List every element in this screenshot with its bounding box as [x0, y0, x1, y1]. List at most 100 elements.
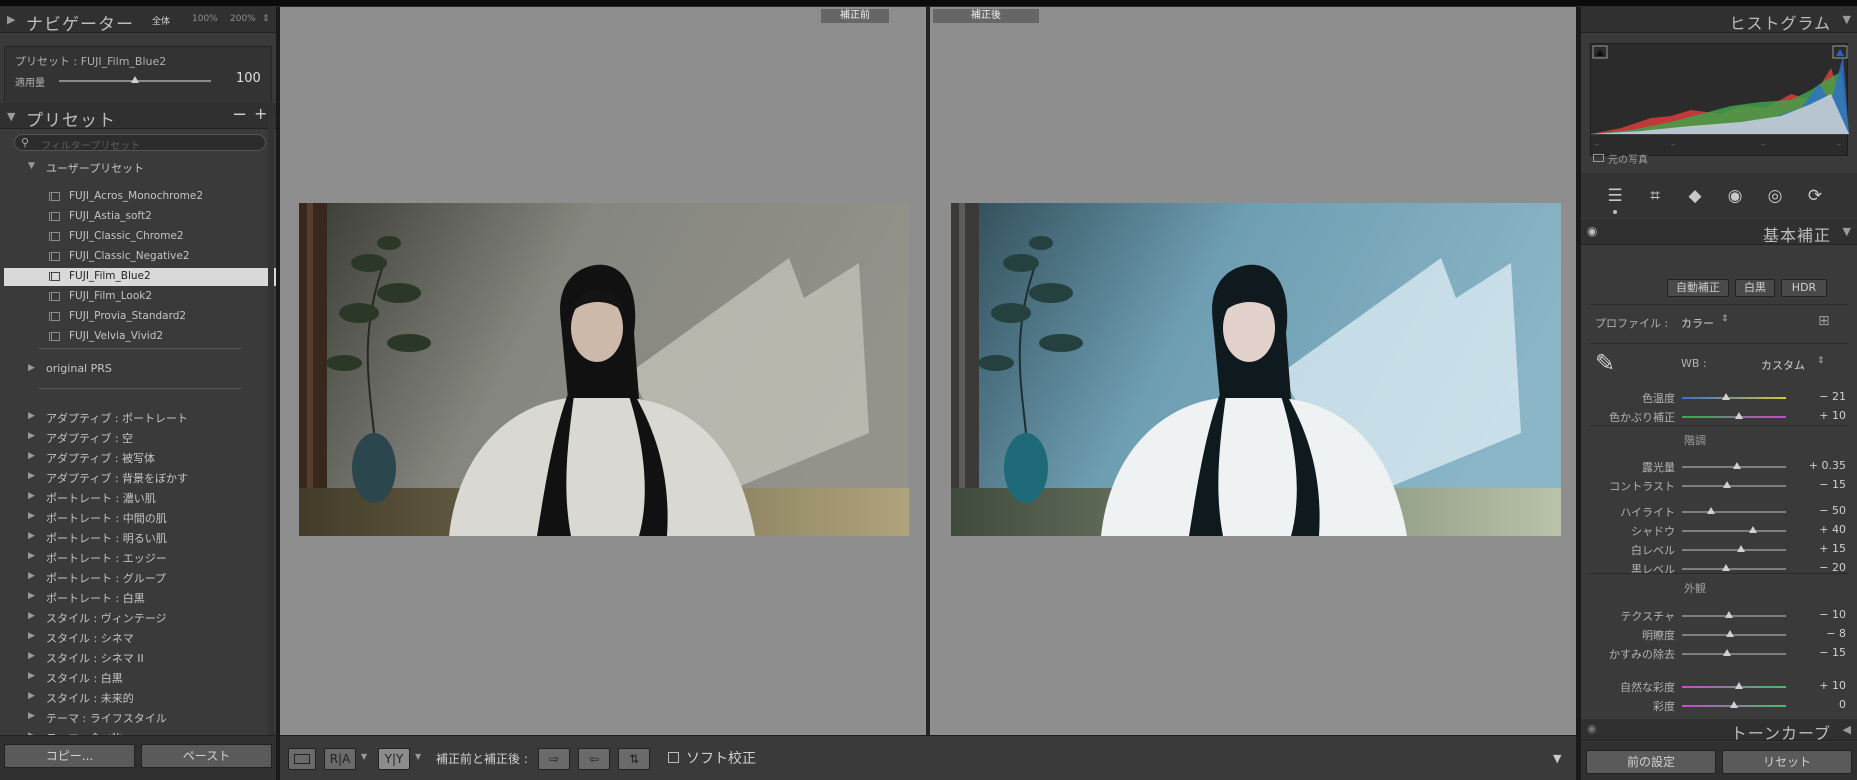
- slider-track[interactable]: [1682, 653, 1786, 655]
- toolbar-menu-icon[interactable]: ▼: [1553, 752, 1561, 765]
- slider-value[interactable]: − 21: [1806, 390, 1846, 403]
- zoom-100[interactable]: 100%: [192, 14, 218, 24]
- histogram-header[interactable]: ヒストグラム ▼: [1581, 7, 1857, 33]
- preset-group-item[interactable]: ▶ ポートレート : 中間の肌: [4, 508, 276, 526]
- preset-group-item[interactable]: ▶ スタイル : 白黒: [4, 668, 276, 686]
- dropdown-icon[interactable]: ▼: [415, 752, 421, 761]
- preset-group-item[interactable]: ▶ ポートレート : 白黒: [4, 588, 276, 606]
- slider-handle[interactable]: [1724, 611, 1733, 618]
- preset-search-input[interactable]: ⚲ フィルタープリセット: [14, 134, 266, 152]
- user-preset-item[interactable]: FUJI_Provia_Standard2: [4, 308, 276, 326]
- red-eye-icon[interactable]: ◉: [1724, 185, 1746, 207]
- reset-button[interactable]: リセット: [1722, 750, 1852, 774]
- slider-handle[interactable]: [1722, 649, 1731, 656]
- slider-handle[interactable]: [1725, 630, 1734, 637]
- wb-eyedropper-icon[interactable]: ✎: [1595, 349, 1615, 377]
- slider-handle[interactable]: [1730, 701, 1738, 708]
- slider-track[interactable]: [1682, 530, 1786, 532]
- preset-group-item[interactable]: ▶ アダプティブ : 空: [4, 428, 276, 446]
- slider-track[interactable]: [1682, 485, 1786, 487]
- profile-browser-icon[interactable]: ⊞: [1818, 313, 1830, 329]
- swap-button[interactable]: ⇅: [618, 748, 650, 770]
- auto-button[interactable]: 自動補正: [1667, 279, 1729, 297]
- slider-track[interactable]: [1682, 615, 1786, 617]
- slider-value[interactable]: − 15: [1806, 646, 1846, 659]
- masking-icon[interactable]: ◎: [1764, 185, 1786, 207]
- bw-button[interactable]: 白黒: [1735, 279, 1775, 297]
- preset-group-item[interactable]: ▶ ポートレート : 明るい肌: [4, 528, 276, 546]
- tone-curve-header[interactable]: ◉ トーンカーブ ◀: [1581, 719, 1857, 743]
- soft-proof-checkbox[interactable]: [668, 752, 679, 763]
- preset-group-item[interactable]: ▶ アダプティブ : ポートレート: [4, 408, 276, 426]
- profile-select[interactable]: カラー: [1681, 315, 1714, 331]
- hdr-button[interactable]: HDR: [1781, 279, 1827, 297]
- zoom-200[interactable]: 200%: [230, 14, 256, 24]
- slider-track[interactable]: [1682, 549, 1786, 551]
- user-preset-item[interactable]: FUJI_Astia_soft2: [4, 208, 276, 226]
- slider-value[interactable]: + 15: [1806, 542, 1846, 555]
- after-photo[interactable]: [951, 203, 1561, 536]
- slider-value[interactable]: − 10: [1806, 608, 1846, 621]
- rotate-reset-icon[interactable]: ⟳: [1804, 185, 1826, 207]
- slider-value[interactable]: − 50: [1806, 504, 1846, 517]
- user-preset-item[interactable]: FUJI_Film_Blue2: [4, 268, 276, 286]
- slider-handle[interactable]: [1722, 481, 1731, 488]
- slider-handle[interactable]: [1735, 682, 1744, 689]
- edit-sliders-icon[interactable]: ☰: [1604, 185, 1626, 207]
- compare-ra-button[interactable]: R|A: [324, 748, 356, 770]
- compare-yy-button[interactable]: Y|Y: [378, 748, 410, 770]
- copy-after-to-before-button[interactable]: ⇦: [578, 748, 610, 770]
- preset-group-user[interactable]: ▼ ユーザープリセット: [4, 158, 276, 176]
- preset-scrollbar[interactable]: [268, 115, 274, 735]
- copy-button[interactable]: コピー...: [4, 744, 135, 768]
- slider-value[interactable]: + 10: [1806, 679, 1846, 692]
- slider-value[interactable]: + 40: [1806, 523, 1846, 536]
- preset-group-item[interactable]: ▶ スタイル : シネマ: [4, 628, 276, 646]
- preset-group-item[interactable]: ▶ テーマ : ライフスタイル: [4, 708, 276, 726]
- preset-group-item[interactable]: ▶ ポートレート : エッジー: [4, 548, 276, 566]
- zoom-fit[interactable]: 全体: [152, 14, 170, 27]
- slider-value[interactable]: − 15: [1806, 478, 1846, 491]
- slider-handle[interactable]: [1737, 545, 1746, 552]
- slider-track[interactable]: [1682, 511, 1786, 513]
- slider-track[interactable]: [1682, 686, 1786, 688]
- slider-value[interactable]: + 0.35: [1806, 459, 1846, 472]
- original-photo-checkbox[interactable]: [1593, 154, 1604, 162]
- preset-group-item[interactable]: ▶ ポートレート : グループ: [4, 568, 276, 586]
- slider-handle[interactable]: [1707, 507, 1716, 514]
- slider-track[interactable]: [1682, 416, 1786, 418]
- paste-button[interactable]: ペースト: [141, 744, 272, 768]
- copy-before-to-after-button[interactable]: ⇨: [538, 748, 570, 770]
- slider-handle[interactable]: [1721, 564, 1730, 571]
- slider-handle[interactable]: [1748, 526, 1757, 533]
- user-preset-item[interactable]: FUJI_Acros_Monochrome2: [4, 188, 276, 206]
- before-photo[interactable]: [299, 203, 909, 536]
- slider-track[interactable]: [1682, 634, 1786, 636]
- slider-track[interactable]: [1682, 397, 1786, 399]
- user-preset-item[interactable]: FUJI_Classic_Negative2: [4, 248, 276, 266]
- preset-group-original[interactable]: ▶ original PRS: [4, 360, 276, 378]
- slider-handle[interactable]: [1735, 412, 1744, 419]
- preset-group-item[interactable]: ▶ アダプティブ : 背景をぼかす: [4, 468, 276, 486]
- loupe-view-button[interactable]: [288, 748, 316, 770]
- preset-group-item[interactable]: ▶ スタイル : ヴィンテージ: [4, 608, 276, 626]
- eye-icon[interactable]: ◉: [1587, 722, 1597, 735]
- basic-header[interactable]: ◉ 基本補正 ▼: [1581, 219, 1857, 245]
- histogram[interactable]: – – – –: [1590, 43, 1849, 156]
- amount-value[interactable]: 100: [236, 71, 261, 86]
- zoom-menu-icon[interactable]: ⇕: [262, 14, 270, 24]
- after-view[interactable]: 補正後: [930, 7, 1576, 735]
- healing-eraser-icon[interactable]: ◆: [1684, 185, 1706, 207]
- amount-slider-handle[interactable]: [131, 76, 139, 83]
- slider-handle[interactable]: [1733, 462, 1742, 469]
- preset-group-item[interactable]: ▶ スタイル : 未来的: [4, 688, 276, 706]
- preset-group-item[interactable]: ▶ アダプティブ : 被写体: [4, 448, 276, 466]
- slider-value[interactable]: + 10: [1806, 409, 1846, 422]
- user-preset-item[interactable]: FUJI_Velvia_Vivid2: [4, 328, 276, 346]
- user-preset-item[interactable]: FUJI_Film_Look2: [4, 288, 276, 306]
- preset-group-item[interactable]: ▶ スタイル : シネマ II: [4, 648, 276, 666]
- wb-select[interactable]: カスタム: [1761, 357, 1805, 373]
- previous-settings-button[interactable]: 前の設定: [1586, 750, 1716, 774]
- dropdown-icon[interactable]: ▼: [361, 752, 367, 761]
- slider-value[interactable]: − 8: [1806, 627, 1846, 640]
